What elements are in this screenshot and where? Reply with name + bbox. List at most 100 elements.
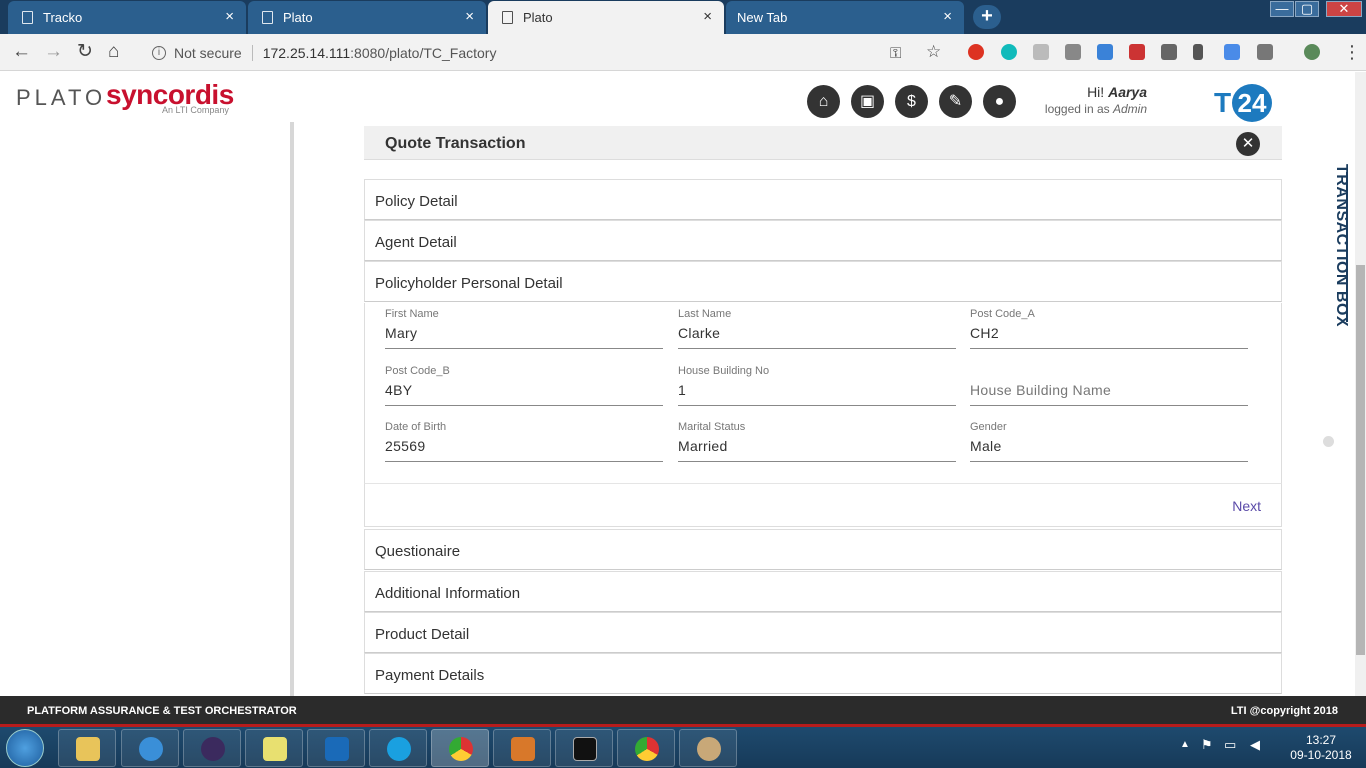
tab-tracko[interactable]: Tracko × [8, 1, 246, 34]
field-value: Married [678, 438, 728, 454]
taskbar-sticky-notes[interactable] [245, 729, 303, 767]
post-code-a-field[interactable]: Post Code_A CH2 [970, 303, 1248, 349]
field-value: CH2 [970, 325, 999, 341]
reload-icon[interactable]: ↻ [77, 42, 93, 62]
policyholder-form: First Name Mary Last Name Clarke Post Co… [364, 303, 1282, 483]
tab-label: Plato [283, 10, 313, 25]
field-label: First Name [385, 308, 439, 320]
maximize-button[interactable]: ▢ [1295, 1, 1319, 17]
scrollbar-thumb[interactable] [1356, 265, 1365, 655]
field-label: House Building No [678, 365, 770, 377]
taskbar-cmd[interactable] [555, 729, 613, 767]
clock[interactable]: 13:27 09-10-2018 [1286, 733, 1356, 763]
section-questionaire[interactable]: Questionaire [364, 529, 1282, 570]
home-nav-icon[interactable]: ⌂ [108, 42, 119, 62]
page-title: Quote Transaction [385, 135, 526, 152]
m-extension-icon[interactable] [1001, 44, 1017, 60]
briefcase-icon[interactable]: ▣ [851, 85, 884, 118]
section-policy-detail[interactable]: Policy Detail [364, 179, 1282, 220]
gender-field[interactable]: Gender Male [970, 416, 1248, 462]
chrome-icon [449, 737, 473, 761]
wrench-icon[interactable]: ✎ [939, 85, 972, 118]
window-close-button[interactable]: ✕ [1326, 1, 1362, 17]
cmd-icon [573, 737, 597, 761]
section-payment-details[interactable]: Payment Details [364, 653, 1282, 694]
profile-avatar[interactable] [1304, 44, 1320, 60]
adblock-extension-icon[interactable] [968, 44, 984, 60]
transaction-box-tab[interactable]: TRANSACTION BOX [1318, 164, 1350, 327]
bookmark-star-icon[interactable]: ☆ [926, 42, 941, 62]
start-button[interactable] [6, 729, 44, 767]
taskbar-outlook[interactable] [307, 729, 365, 767]
network-icon[interactable]: ▭ [1224, 737, 1236, 753]
field-value: Mary [385, 325, 418, 341]
tab-plato-active[interactable]: Plato × [488, 1, 724, 34]
volume-icon[interactable]: ◀ [1250, 737, 1260, 753]
house-building-name-field[interactable]: House Building Name [970, 360, 1248, 406]
translate-icon[interactable] [1224, 44, 1240, 60]
close-icon[interactable]: ✕ [1236, 132, 1260, 156]
field-placeholder: House Building Name [970, 382, 1112, 398]
back-icon[interactable]: ← [12, 42, 31, 62]
taskbar-chrome-2[interactable] [617, 729, 675, 767]
form-actions: Next [364, 483, 1282, 527]
bulb-extension-icon[interactable] [1065, 44, 1081, 60]
section-policyholder-personal-detail[interactable]: Policyholder Personal Detail [364, 261, 1282, 302]
clock-time: 13:27 [1305, 733, 1337, 747]
taskbar-eclipse[interactable] [183, 729, 241, 767]
book-extension-icon[interactable] [1129, 44, 1145, 60]
transaction-box-label: TRANSACTION BOX [1333, 164, 1350, 328]
outlook-icon [325, 737, 349, 761]
marital-status-field[interactable]: Marital Status Married [678, 416, 956, 462]
next-button[interactable]: Next [1232, 498, 1261, 514]
bookmark-icon[interactable] [1193, 44, 1203, 60]
logged-in-text: logged in as [1044, 102, 1110, 116]
minimize-button[interactable]: — [1270, 1, 1294, 17]
taskbar-visual-studio[interactable] [493, 729, 551, 767]
section-additional-information[interactable]: Additional Information [364, 571, 1282, 612]
date-of-birth-field[interactable]: Date of Birth 25569 [385, 416, 663, 462]
money-bag-icon[interactable]: $ [895, 85, 928, 118]
first-name-field[interactable]: First Name Mary [385, 303, 663, 349]
tab-close-icon[interactable]: × [943, 8, 952, 26]
flag-icon[interactable]: ⚑ [1201, 737, 1213, 753]
new-tab-button[interactable]: + [973, 5, 1001, 29]
ie-icon [139, 737, 163, 761]
section-agent-detail[interactable]: Agent Detail [364, 220, 1282, 261]
browser-tab-strip: Tracko × Plato × Plato × New Tab × + — ▢… [0, 0, 1366, 34]
tab-plato-1[interactable]: Plato × [248, 1, 486, 34]
tray-arrow-icon[interactable]: ▲ [1180, 739, 1190, 750]
post-code-b-field[interactable]: Post Code_B 4BY [385, 360, 663, 406]
new-extension-icon[interactable] [1097, 44, 1113, 60]
taskbar-explorer[interactable] [58, 729, 116, 767]
tab-close-icon[interactable]: × [225, 8, 234, 26]
eyedropper-icon[interactable] [1257, 44, 1273, 60]
key-icon[interactable]: ⚿ [890, 44, 901, 64]
section-product-detail[interactable]: Product Detail [364, 612, 1282, 653]
extension-icon[interactable] [1033, 44, 1049, 60]
field-label: Last Name [678, 308, 732, 320]
user-icon[interactable]: ● [983, 85, 1016, 118]
tab-new-tab[interactable]: New Tab × [726, 1, 964, 34]
tab-close-icon[interactable]: × [465, 8, 474, 26]
field-label: Marital Status [678, 421, 746, 433]
menu-dots-icon[interactable]: ⋮ [1343, 42, 1361, 62]
taskbar-skype[interactable] [369, 729, 427, 767]
taskbar-ie[interactable] [121, 729, 179, 767]
security-label: Not secure [174, 44, 242, 61]
side-indicator-dot [1323, 436, 1334, 447]
house-building-no-field[interactable]: House Building No 1 [678, 360, 956, 406]
taskbar-chrome[interactable] [431, 729, 489, 767]
taskbar-paint[interactable] [679, 729, 737, 767]
field-value: Clarke [678, 325, 721, 341]
chrome-icon [635, 737, 659, 761]
last-name-field[interactable]: Last Name Clarke [678, 303, 956, 349]
home-icon[interactable]: ⌂ [807, 85, 840, 118]
tab-close-icon[interactable]: × [703, 8, 712, 26]
page-icon [502, 11, 513, 24]
forward-icon[interactable]: → [44, 42, 63, 62]
skype-icon [387, 737, 411, 761]
info-icon[interactable]: i [152, 45, 166, 60]
url-field[interactable]: i Not secure 172.25.14.111 :8080/plato/T… [140, 38, 950, 67]
extension-icon-2[interactable] [1161, 44, 1177, 60]
